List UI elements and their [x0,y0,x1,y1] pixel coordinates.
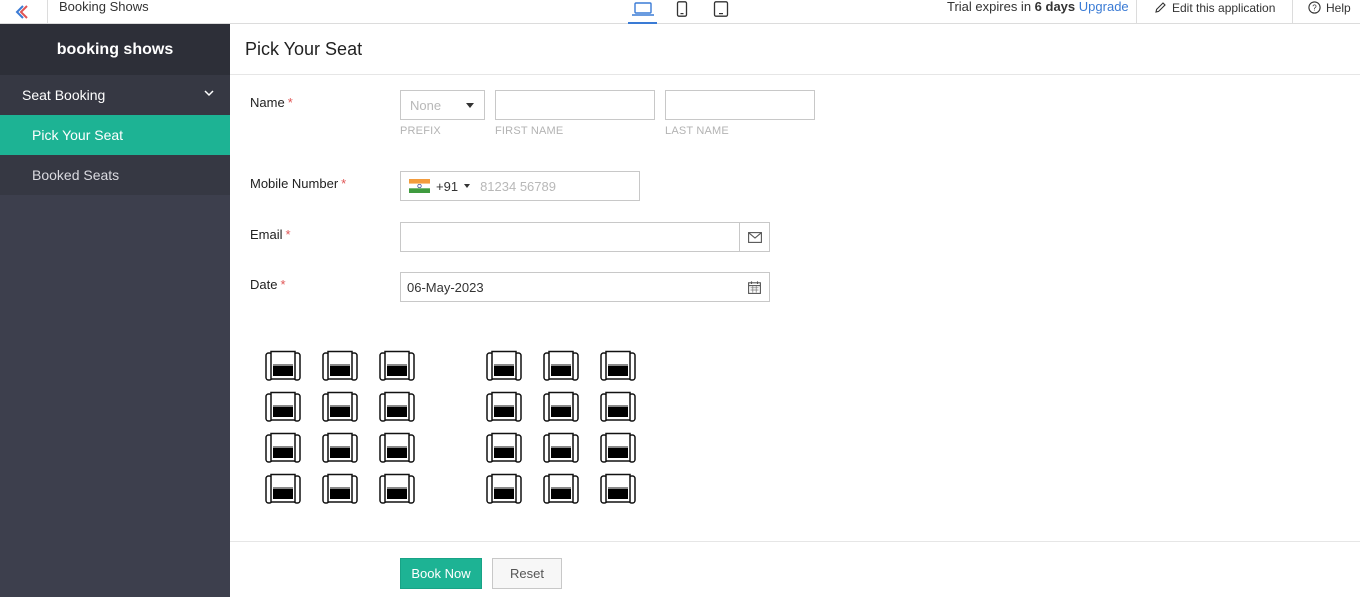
seat-icon[interactable] [322,349,358,382]
prefix-value: None [410,97,442,113]
seat-icon[interactable] [265,390,301,423]
page-title: Pick Your Seat [230,24,1360,75]
seat-icon[interactable] [265,472,301,505]
seat-icon[interactable] [486,431,522,464]
help-icon: ? [1308,1,1321,14]
name-label: Name * [250,95,293,110]
seat-icon[interactable] [265,431,301,464]
country-code-select[interactable]: +91 [401,172,478,200]
date-label: Date * [250,277,286,292]
mobile-preview-button[interactable] [667,0,696,24]
country-code: +91 [436,178,459,194]
top-bar: Booking Shows Trial expires in 6 days Up… [0,0,1360,24]
last-name-sublabel: LAST NAME [665,125,729,137]
mobile-number-input[interactable]: 81234 56789 [480,179,556,194]
date-value: 06-May-2023 [407,279,484,295]
device-preview-switcher [628,0,735,24]
tablet-icon [713,1,728,17]
date-input[interactable]: 06-May-2023 [400,272,770,302]
seat-icon[interactable] [600,431,636,464]
edit-application-button[interactable]: Edit this application [1136,0,1291,24]
help-label: Help [1326,1,1351,15]
upgrade-link[interactable]: Upgrade [1079,0,1129,14]
seat-icon[interactable] [379,390,415,423]
seat-icon[interactable] [600,349,636,382]
help-button[interactable]: ? Help [1292,0,1360,24]
seat-icon[interactable] [322,390,358,423]
envelope-icon [747,231,762,243]
first-name-input[interactable] [495,90,655,120]
calendar-icon [747,280,761,294]
prefix-sublabel: PREFIX [400,125,441,137]
seat-icon[interactable] [600,472,636,505]
sidebar-brand: booking shows [0,24,230,75]
seat-icon[interactable] [600,390,636,423]
trial-notice: Trial expires in 6 days Upgrade [947,0,1129,14]
sidebar: booking shows Seat Booking Pick Your Sea… [0,24,230,597]
india-flag-icon [409,179,430,193]
name-label-text: Name [250,95,285,110]
laptop-preview-button[interactable] [628,0,657,24]
seat-icon[interactable] [322,472,358,505]
email-addon [739,223,769,251]
seat-icon[interactable] [543,472,579,505]
seat-icon[interactable] [486,349,522,382]
email-label-text: Email [250,227,283,242]
chevron-down-icon [204,90,214,97]
seat-icon[interactable] [486,390,522,423]
sidebar-section-seat-booking[interactable]: Seat Booking [0,75,230,115]
last-name-input[interactable] [665,90,815,120]
seat-icon[interactable] [322,431,358,464]
seat-icon[interactable] [379,472,415,505]
email-input[interactable] [400,222,770,252]
seat-icon[interactable] [543,431,579,464]
reset-button[interactable]: Reset [492,558,562,589]
trial-text: Trial expires in [947,0,1032,14]
sidebar-section-label: Seat Booking [22,87,106,103]
first-name-sublabel: FIRST NAME [495,125,564,137]
book-now-button[interactable]: Book Now [400,558,482,589]
tablet-preview-button[interactable] [706,0,735,24]
app-title: Booking Shows [59,0,149,14]
seat-icon[interactable] [486,472,522,505]
trial-days: 6 days [1034,0,1076,14]
calendar-button[interactable] [739,273,769,301]
email-label: Email * [250,227,291,242]
required-marker: * [280,277,286,292]
seat-icon[interactable] [379,431,415,464]
sidebar-item-booked-seats[interactable]: Booked Seats [0,155,230,195]
sidebar-item-pick-your-seat[interactable]: Pick Your Seat [0,115,230,155]
mobile-icon [676,1,687,17]
seat-icon[interactable] [379,349,415,382]
edit-application-label: Edit this application [1172,1,1276,15]
sidebar-item-label: Booked Seats [32,167,120,183]
required-marker: * [287,95,293,110]
laptop-icon [631,2,654,16]
form-footer: Book Now Reset [230,541,1360,597]
seat-icon[interactable] [265,349,301,382]
svg-text:?: ? [1312,3,1317,12]
seat-icon[interactable] [543,390,579,423]
required-marker: * [341,176,347,191]
caret-down-icon [466,103,474,108]
date-label-text: Date [250,277,278,292]
required-marker: * [285,227,291,242]
mobile-number-field[interactable]: +91 81234 56789 [400,171,640,201]
seat-icon[interactable] [543,349,579,382]
mobile-number-label-text: Mobile Number [250,176,339,191]
main-content: Pick Your Seat Name * None PREFIX FIRST N… [230,24,1360,597]
pencil-icon [1155,2,1166,13]
mobile-number-label: Mobile Number * [250,176,346,191]
prefix-select[interactable]: None [400,90,485,120]
sidebar-item-label: Pick Your Seat [32,127,124,143]
app-logo-icon[interactable] [0,0,48,24]
caret-down-icon [464,184,471,188]
page-title-text: Pick Your Seat [245,38,363,59]
